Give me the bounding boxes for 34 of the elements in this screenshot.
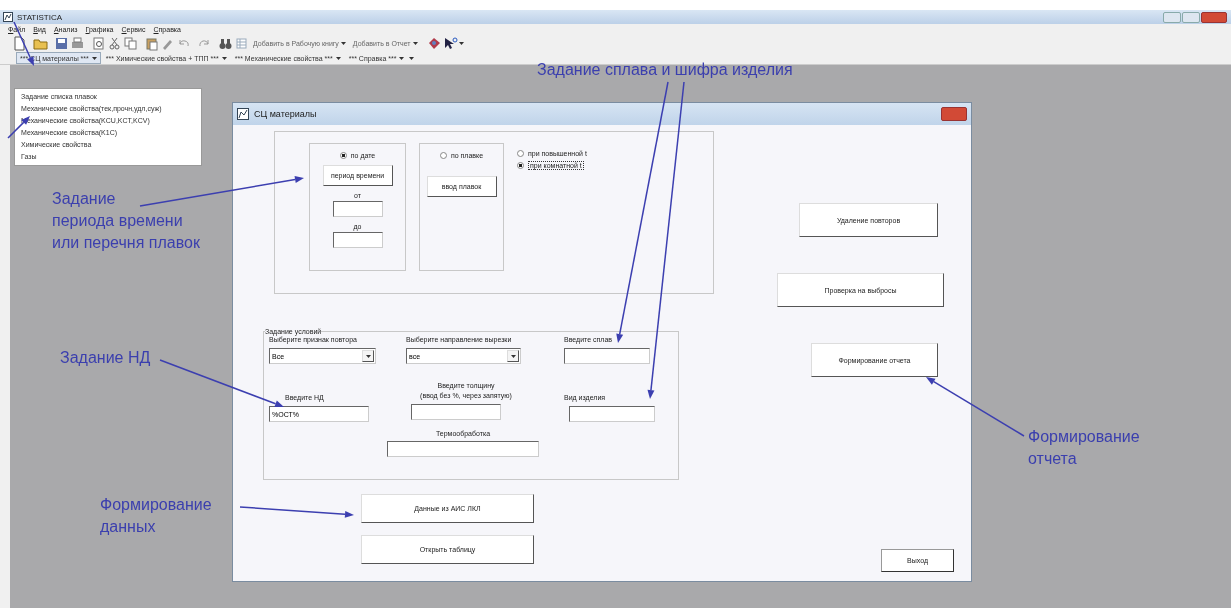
copy-icon[interactable] bbox=[123, 36, 138, 51]
caret-icon bbox=[340, 42, 346, 45]
binoculars-icon[interactable] bbox=[218, 36, 233, 51]
paste-icon[interactable] bbox=[144, 36, 159, 51]
help-pointer-icon[interactable] bbox=[442, 36, 458, 51]
input-field[interactable] bbox=[569, 406, 655, 422]
input-field[interactable] bbox=[332, 232, 383, 248]
caret-icon bbox=[458, 42, 464, 45]
caret-icon bbox=[412, 42, 418, 45]
gem-icon[interactable] bbox=[426, 36, 442, 51]
save-icon[interactable] bbox=[54, 36, 69, 51]
input-field[interactable] bbox=[564, 348, 650, 364]
print-preview-icon[interactable] bbox=[91, 36, 106, 51]
annotation-label: Формирование отчета bbox=[1028, 427, 1140, 469]
dialog-title: СЦ материалы bbox=[254, 109, 317, 119]
cut-icon[interactable] bbox=[107, 36, 122, 51]
caret-icon bbox=[221, 56, 227, 60]
window-title: STATISTICA bbox=[17, 12, 63, 22]
app-logo-icon bbox=[3, 12, 13, 22]
annotation-label: Задание сплава и шифра изделия bbox=[537, 60, 793, 80]
close-button[interactable] bbox=[1201, 11, 1227, 23]
new-document-icon[interactable] bbox=[12, 36, 27, 51]
app-logo-icon bbox=[237, 108, 249, 120]
annotation-label: Задание НД bbox=[60, 348, 151, 368]
caret-icon bbox=[91, 56, 97, 60]
input-field[interactable] bbox=[411, 404, 501, 420]
caret-icon bbox=[365, 354, 371, 358]
print-icon[interactable] bbox=[70, 36, 85, 51]
caret-icon bbox=[335, 56, 341, 60]
caret-icon bbox=[510, 354, 516, 358]
annotation-label: Формирование данных bbox=[100, 495, 212, 537]
annotation-label: Задание периода времени или перечня плавок bbox=[52, 189, 200, 253]
input-field[interactable] bbox=[387, 441, 539, 457]
input-field[interactable] bbox=[332, 201, 383, 217]
